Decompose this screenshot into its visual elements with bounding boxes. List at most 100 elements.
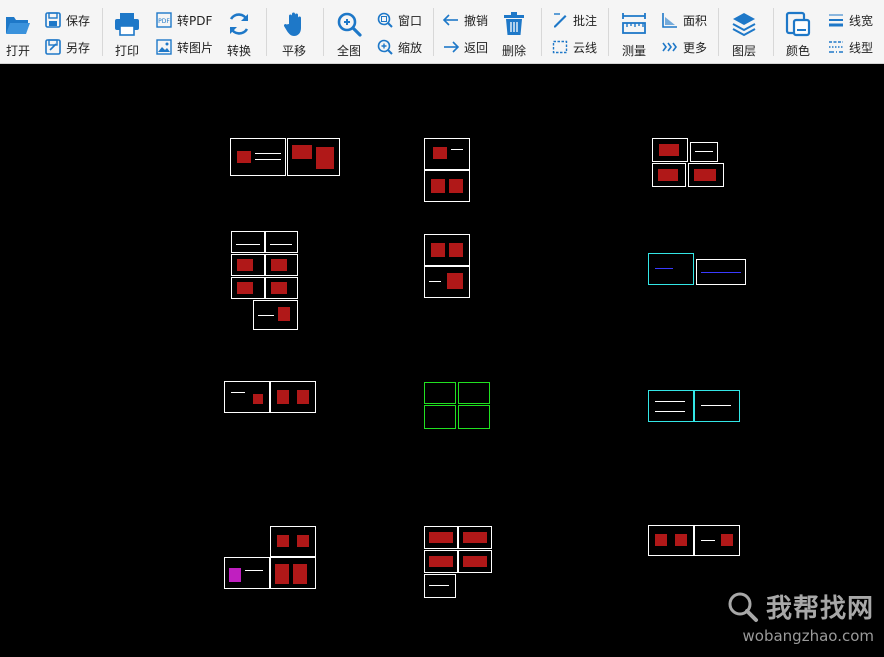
drawing-sheet[interactable] — [424, 234, 470, 266]
drawing-sheet[interactable] — [424, 266, 470, 298]
convert-label: 转换 — [226, 44, 251, 58]
window-label: 窗口 — [398, 13, 423, 28]
area-icon — [662, 13, 677, 28]
drawing-sheet[interactable] — [424, 526, 458, 549]
drawing-sheet[interactable] — [265, 231, 298, 253]
drawing-sheet[interactable] — [688, 163, 724, 187]
separator — [608, 8, 609, 56]
annotate-icon — [554, 13, 567, 28]
more-label: 更多 — [683, 40, 708, 55]
drawing-sheet[interactable] — [424, 574, 456, 598]
save-label: 保存 — [66, 13, 91, 28]
full-view-button[interactable]: 全图 — [332, 0, 366, 64]
undo-button[interactable]: 撤销 — [442, 10, 488, 30]
annotate-button[interactable]: 批注 — [551, 10, 597, 30]
to-image-label: 转图片 — [177, 40, 214, 55]
drawing-sheet[interactable] — [424, 170, 470, 202]
drawing-sheet-cyan[interactable] — [648, 253, 694, 285]
drawing-sheet-green[interactable] — [424, 405, 456, 429]
convert-button[interactable]: 转换 — [222, 0, 256, 64]
drawing-sheet[interactable] — [287, 138, 340, 176]
layers-button[interactable]: 图层 — [727, 0, 761, 64]
drawing-sheet[interactable] — [230, 138, 286, 176]
area-button[interactable]: 面积 — [661, 10, 707, 30]
annotate-label: 批注 — [573, 13, 598, 28]
measure-label: 测量 — [621, 44, 646, 58]
zoom-label: 缩放 — [398, 40, 423, 55]
zoom-button[interactable]: 缩放 — [376, 37, 422, 57]
delete-button[interactable]: 删除 — [497, 0, 531, 64]
line-width-button[interactable]: 线宽 — [827, 10, 873, 30]
separator — [773, 8, 774, 56]
drawing-sheet-cyan[interactable] — [648, 390, 694, 422]
drawing-sheet-green[interactable] — [458, 382, 490, 404]
line-type-button[interactable]: 线型 — [827, 37, 873, 57]
drawing-sheet-green[interactable] — [458, 405, 490, 429]
line-type-label: 线型 — [849, 40, 874, 55]
redo-icon — [444, 41, 460, 53]
drawing-sheet[interactable] — [648, 525, 694, 556]
drawing-sheet[interactable] — [231, 231, 265, 253]
drawing-sheet[interactable] — [458, 550, 492, 573]
drawing-sheet[interactable] — [694, 525, 740, 556]
watermark-url: wobangzhao.com — [742, 627, 874, 645]
undo-label: 撤销 — [464, 13, 489, 28]
drawing-sheet[interactable] — [424, 138, 470, 170]
drawing-sheet[interactable] — [690, 142, 718, 162]
color-button[interactable]: 颜色 — [781, 0, 815, 64]
pan-button[interactable]: 平移 — [275, 0, 313, 64]
cloud-line-button[interactable]: 云线 — [551, 37, 597, 57]
back-button[interactable]: 返回 — [442, 37, 488, 57]
to-pdf-label: 转PDF — [177, 13, 213, 28]
drawing-canvas[interactable] — [0, 65, 884, 657]
color-label: 颜色 — [785, 44, 810, 58]
drawing-sheet[interactable] — [424, 550, 458, 573]
svg-text:PDF: PDF — [158, 18, 170, 25]
separator — [433, 8, 434, 56]
more-icon — [662, 42, 677, 52]
color-palette-icon — [785, 11, 811, 37]
layers-icon — [732, 13, 756, 37]
to-pdf-button[interactable]: PDF 转PDF — [155, 10, 212, 30]
pan-label: 平移 — [281, 44, 306, 58]
drawing-sheet[interactable] — [224, 557, 270, 589]
drawing-sheet-cyan[interactable] — [694, 390, 740, 422]
line-type-icon — [829, 41, 843, 53]
separator — [323, 8, 324, 56]
drawing-sheet[interactable] — [652, 163, 686, 187]
open-button[interactable]: 打开 — [0, 0, 36, 64]
line-width-icon — [829, 14, 843, 27]
drawing-sheet[interactable] — [224, 381, 270, 413]
drawing-sheet[interactable] — [253, 300, 298, 330]
drawing-sheet[interactable] — [265, 277, 298, 299]
window-zoom-button[interactable]: 窗口 — [376, 10, 422, 30]
drawing-sheet[interactable] — [265, 254, 298, 276]
watermark: 我帮找网 wobangzhao.com — [726, 588, 874, 645]
to-image-button[interactable]: 转图片 — [155, 37, 213, 57]
drawing-sheet[interactable] — [270, 381, 316, 413]
drawing-sheet[interactable] — [652, 138, 688, 162]
delete-label: 删除 — [501, 44, 526, 58]
save-button[interactable]: 保存 — [44, 10, 90, 30]
drawing-sheet[interactable] — [231, 254, 265, 276]
open-label: 打开 — [5, 44, 30, 58]
save-icon — [45, 12, 61, 28]
separator — [102, 8, 103, 56]
drawing-sheet[interactable] — [270, 557, 316, 589]
print-button[interactable]: 打印 — [108, 0, 146, 64]
more-button[interactable]: 更多 — [661, 37, 707, 57]
measure-button[interactable]: 测量 — [617, 0, 651, 64]
zoom-window-icon — [377, 12, 393, 28]
save-as-button[interactable]: 另存 — [44, 37, 90, 57]
line-width-label: 线宽 — [849, 13, 874, 28]
folder-open-icon — [6, 17, 30, 34]
zoom-extents-icon — [337, 12, 362, 37]
drawing-sheet[interactable] — [231, 277, 265, 299]
drawing-sheet[interactable] — [458, 526, 492, 549]
separator — [266, 8, 267, 56]
cloud-line-label: 云线 — [573, 40, 598, 55]
drawing-sheet[interactable] — [270, 526, 316, 557]
print-label: 打印 — [114, 44, 139, 58]
drawing-sheet-green[interactable] — [424, 382, 456, 404]
drawing-sheet[interactable] — [696, 259, 746, 285]
